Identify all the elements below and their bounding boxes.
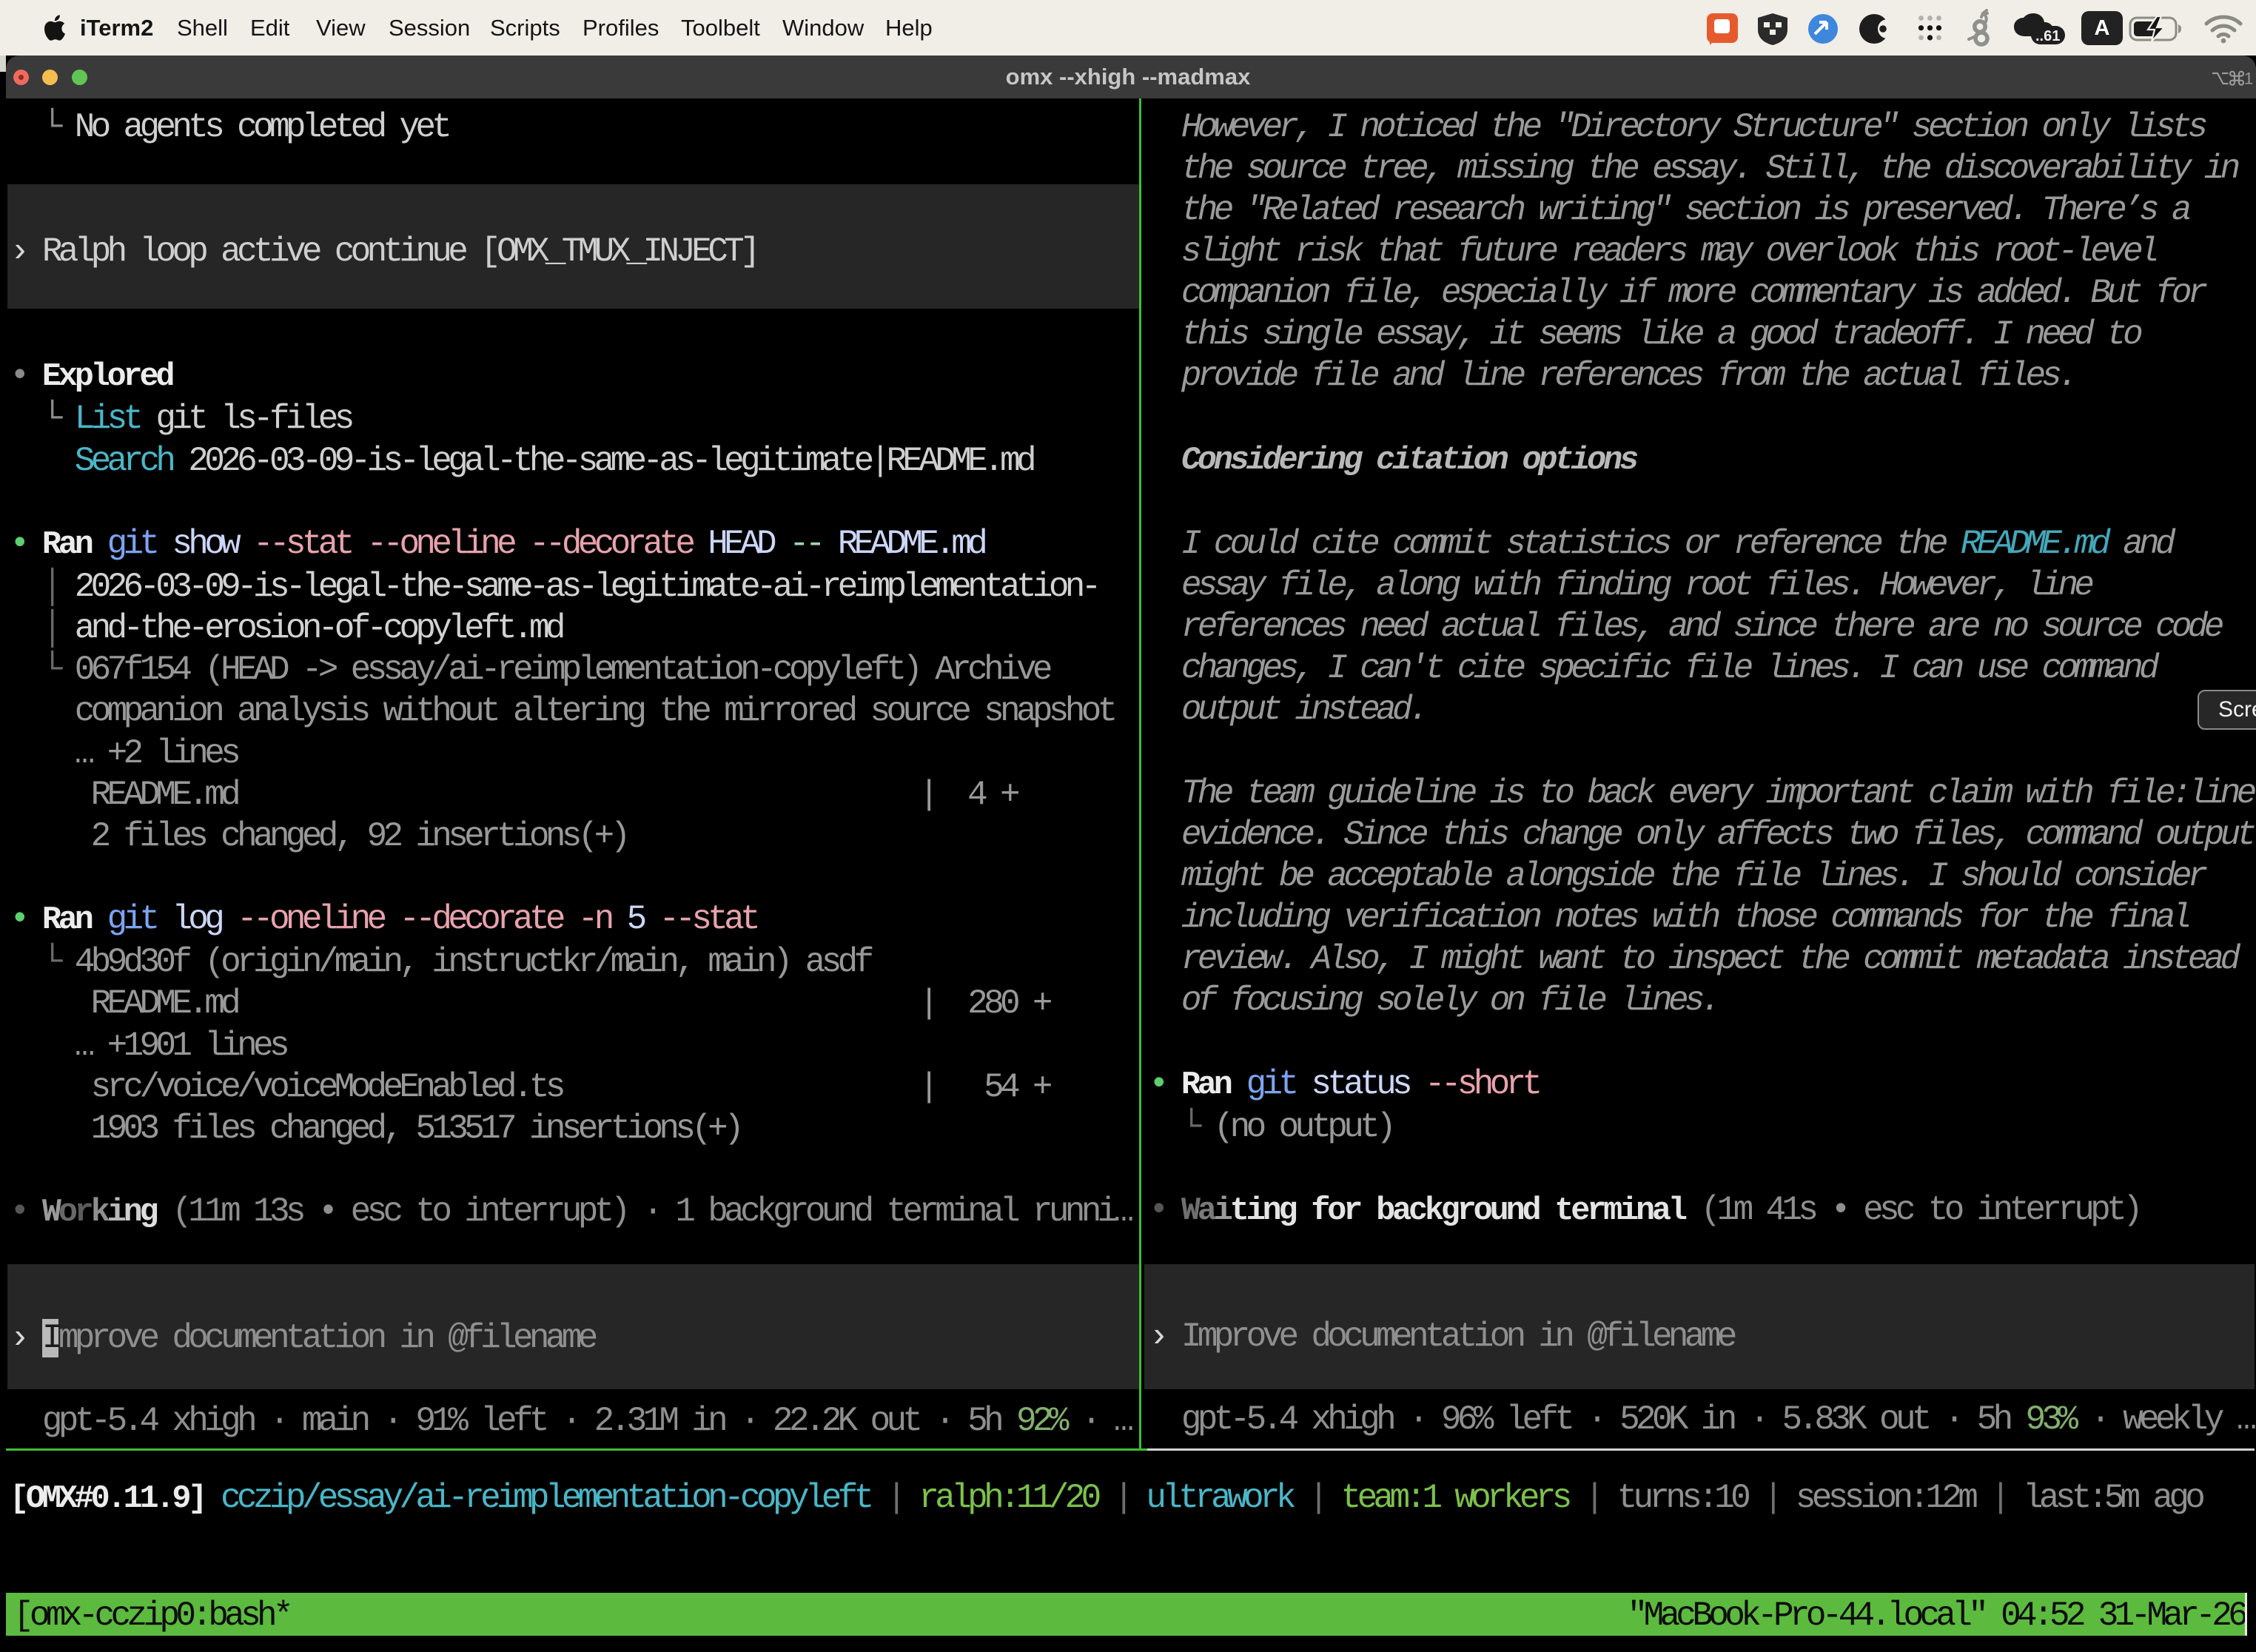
svg-text:1: 1 [2244,70,2253,88]
svg-text:..61: ..61 [2035,28,2060,44]
